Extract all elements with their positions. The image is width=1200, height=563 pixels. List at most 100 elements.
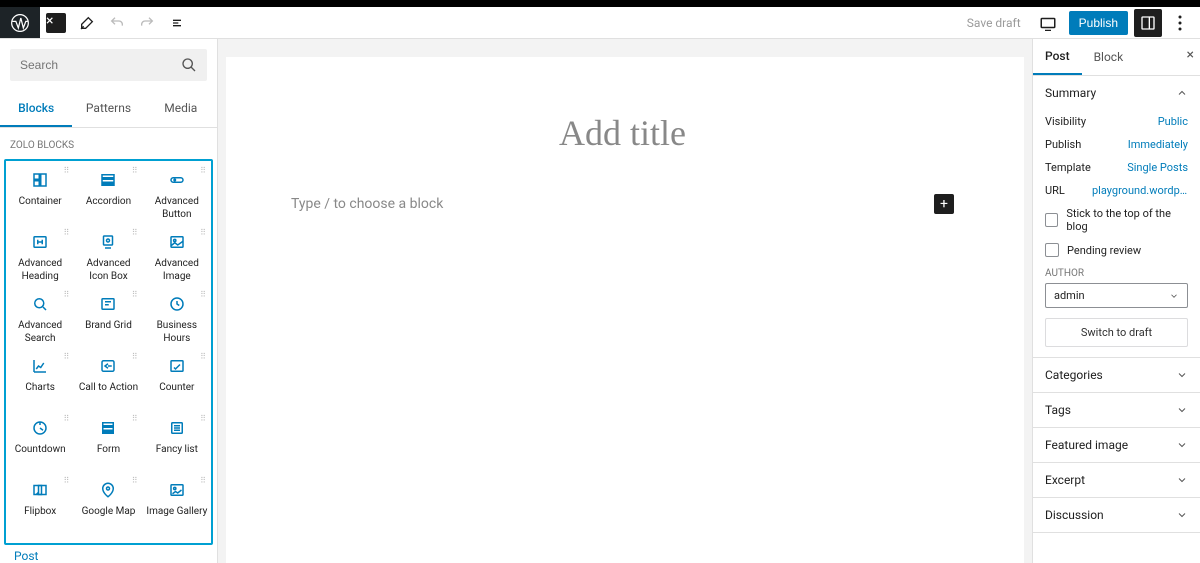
countdown-icon — [30, 417, 50, 439]
block-label: Flipbox — [24, 505, 56, 518]
block-item-brand-grid[interactable]: ⠿Brand Grid — [74, 287, 142, 349]
zolo-blocks-group: ⠿Container⠿Accordion⠿Advanced Button⠿Adv… — [4, 159, 213, 545]
block-item-accordion[interactable]: ⠿Accordion — [74, 163, 142, 225]
block-drag-icon: ⠿ — [63, 352, 69, 361]
url-label: URL — [1045, 184, 1065, 197]
panel-tags-toggle[interactable]: Tags — [1033, 393, 1200, 427]
settings-sidebar: Post Block × Summary VisibilityPublic Pu… — [1032, 39, 1200, 563]
block-item-advanced-image[interactable]: ⠿Advanced Image — [143, 225, 211, 287]
fancy-list-icon — [167, 417, 187, 439]
save-draft-button[interactable]: Save draft — [961, 12, 1027, 34]
image-gallery-icon — [167, 479, 187, 501]
block-item-extra-1[interactable]: ⠿ — [74, 545, 144, 547]
advanced-icon-box-icon — [98, 231, 118, 253]
block-drag-icon: ⠿ — [63, 414, 69, 423]
block-drag-icon: ⠿ — [200, 476, 206, 485]
block-item-google-map[interactable]: ⠿Google Map — [74, 473, 142, 535]
block-label: Image Gallery — [146, 505, 207, 518]
post-type-link[interactable]: Post — [0, 547, 217, 563]
advanced-heading-icon — [30, 231, 50, 253]
editor-canvas-area: Add title Type / to choose a block + — [218, 39, 1032, 563]
block-item-advanced-search[interactable]: ⠿Advanced Search — [6, 287, 74, 349]
block-item-advanced-heading[interactable]: ⠿Advanced Heading — [6, 225, 74, 287]
chevron-down-icon — [1176, 369, 1188, 381]
options-icon[interactable] — [1168, 9, 1192, 37]
block-label: Advanced Button — [145, 195, 209, 221]
search-field[interactable] — [20, 58, 181, 72]
block-drag-icon: ⠿ — [132, 290, 138, 299]
publish-value[interactable]: Immediately — [1128, 138, 1188, 151]
block-item-call-to-action[interactable]: ⠿ Call to Action — [74, 349, 142, 411]
block-label: Advanced Icon Box — [76, 257, 140, 283]
call-to-action-icon — [98, 355, 118, 377]
block-drag-icon: ⠿ — [200, 228, 206, 237]
block-item-fancy-list[interactable]: ⠿Fancy list — [143, 411, 211, 473]
panel-featured-image-toggle[interactable]: Featured image — [1033, 428, 1200, 462]
block-drag-icon: ⠿ — [132, 352, 138, 361]
block-item-advanced-icon-box[interactable]: ⠿Advanced Icon Box — [74, 225, 142, 287]
redo-icon[interactable] — [132, 8, 162, 38]
tools-icon[interactable] — [72, 8, 102, 38]
block-item-countdown[interactable]: ⠿ Countdown — [6, 411, 74, 473]
document-overview-icon[interactable] — [162, 8, 192, 38]
content-placeholder[interactable]: Type / to choose a block — [291, 196, 443, 212]
template-value[interactable]: Single Posts — [1127, 161, 1188, 174]
block-label: Counter — [159, 381, 194, 394]
block-item-counter[interactable]: ⠿Counter — [143, 349, 211, 411]
block-item-advanced-button[interactable]: ⠿Advanced Button — [143, 163, 211, 225]
search-input[interactable] — [10, 49, 207, 81]
block-drag-icon: ⠿ — [132, 476, 138, 485]
close-inserter-icon[interactable]: × — [46, 13, 66, 33]
block-item-flipbox[interactable]: ⠿ Flipbox — [6, 473, 74, 535]
pending-checkbox[interactable] — [1045, 243, 1059, 257]
wordpress-logo[interactable] — [0, 7, 40, 38]
chevron-down-icon — [1169, 291, 1179, 301]
sticky-checkbox[interactable] — [1045, 213, 1058, 227]
business-hours-icon — [167, 293, 187, 315]
accordion-icon — [98, 169, 118, 191]
tab-patterns[interactable]: Patterns — [72, 91, 144, 127]
block-label: Call to Action — [79, 381, 138, 394]
flipbox-icon — [30, 479, 50, 501]
add-block-button[interactable]: + — [934, 194, 954, 214]
panel-excerpt-toggle[interactable]: Excerpt — [1033, 463, 1200, 497]
url-value[interactable]: playground.wordpress… — [1092, 184, 1188, 197]
search-icon — [181, 57, 197, 73]
sidebar-tab-block[interactable]: Block — [1082, 40, 1136, 74]
block-item-extra-2[interactable]: ⠿ — [143, 545, 213, 547]
block-drag-icon: ⠿ — [63, 476, 69, 485]
author-label: AUTHOR — [1045, 262, 1188, 283]
visibility-label: Visibility — [1045, 115, 1086, 128]
block-item-form[interactable]: ⠿ Form — [74, 411, 142, 473]
block-item-extra-0[interactable]: ⠿ — [4, 545, 74, 547]
block-label: Charts — [25, 381, 55, 394]
author-select[interactable]: admin — [1045, 283, 1188, 308]
preview-icon[interactable] — [1033, 8, 1063, 38]
close-sidebar-icon[interactable]: × — [1187, 47, 1194, 63]
panel-categories-toggle[interactable]: Categories — [1033, 358, 1200, 392]
summary-title: Summary — [1045, 86, 1096, 100]
undo-icon[interactable] — [102, 8, 132, 38]
post-title-input[interactable]: Add title — [291, 112, 954, 154]
block-drag-icon: ⠿ — [132, 414, 138, 423]
block-label: Container — [19, 195, 62, 208]
switch-to-draft-button[interactable]: Switch to draft — [1045, 318, 1188, 347]
counter-icon — [167, 355, 187, 377]
block-item-container[interactable]: ⠿ Container — [6, 163, 74, 225]
block-label: Accordion — [86, 195, 131, 208]
visibility-value[interactable]: Public — [1158, 115, 1188, 128]
sidebar-tab-post[interactable]: Post — [1033, 39, 1082, 75]
settings-panel-icon[interactable] — [1134, 9, 1162, 37]
block-drag-icon: ⠿ — [63, 166, 69, 175]
panel-discussion-toggle[interactable]: Discussion — [1033, 498, 1200, 532]
block-item-image-gallery[interactable]: ⠿ Image Gallery — [143, 473, 211, 535]
block-label: Countdown — [15, 443, 66, 456]
publish-button[interactable]: Publish — [1069, 11, 1128, 35]
panel-summary-toggle[interactable]: Summary — [1033, 76, 1200, 110]
google-map-icon — [98, 479, 118, 501]
tab-blocks[interactable]: Blocks — [0, 91, 72, 127]
block-item-business-hours[interactable]: ⠿Business Hours — [143, 287, 211, 349]
block-item-charts[interactable]: ⠿ Charts — [6, 349, 74, 411]
block-label: Form — [97, 443, 120, 456]
tab-media[interactable]: Media — [145, 91, 217, 127]
